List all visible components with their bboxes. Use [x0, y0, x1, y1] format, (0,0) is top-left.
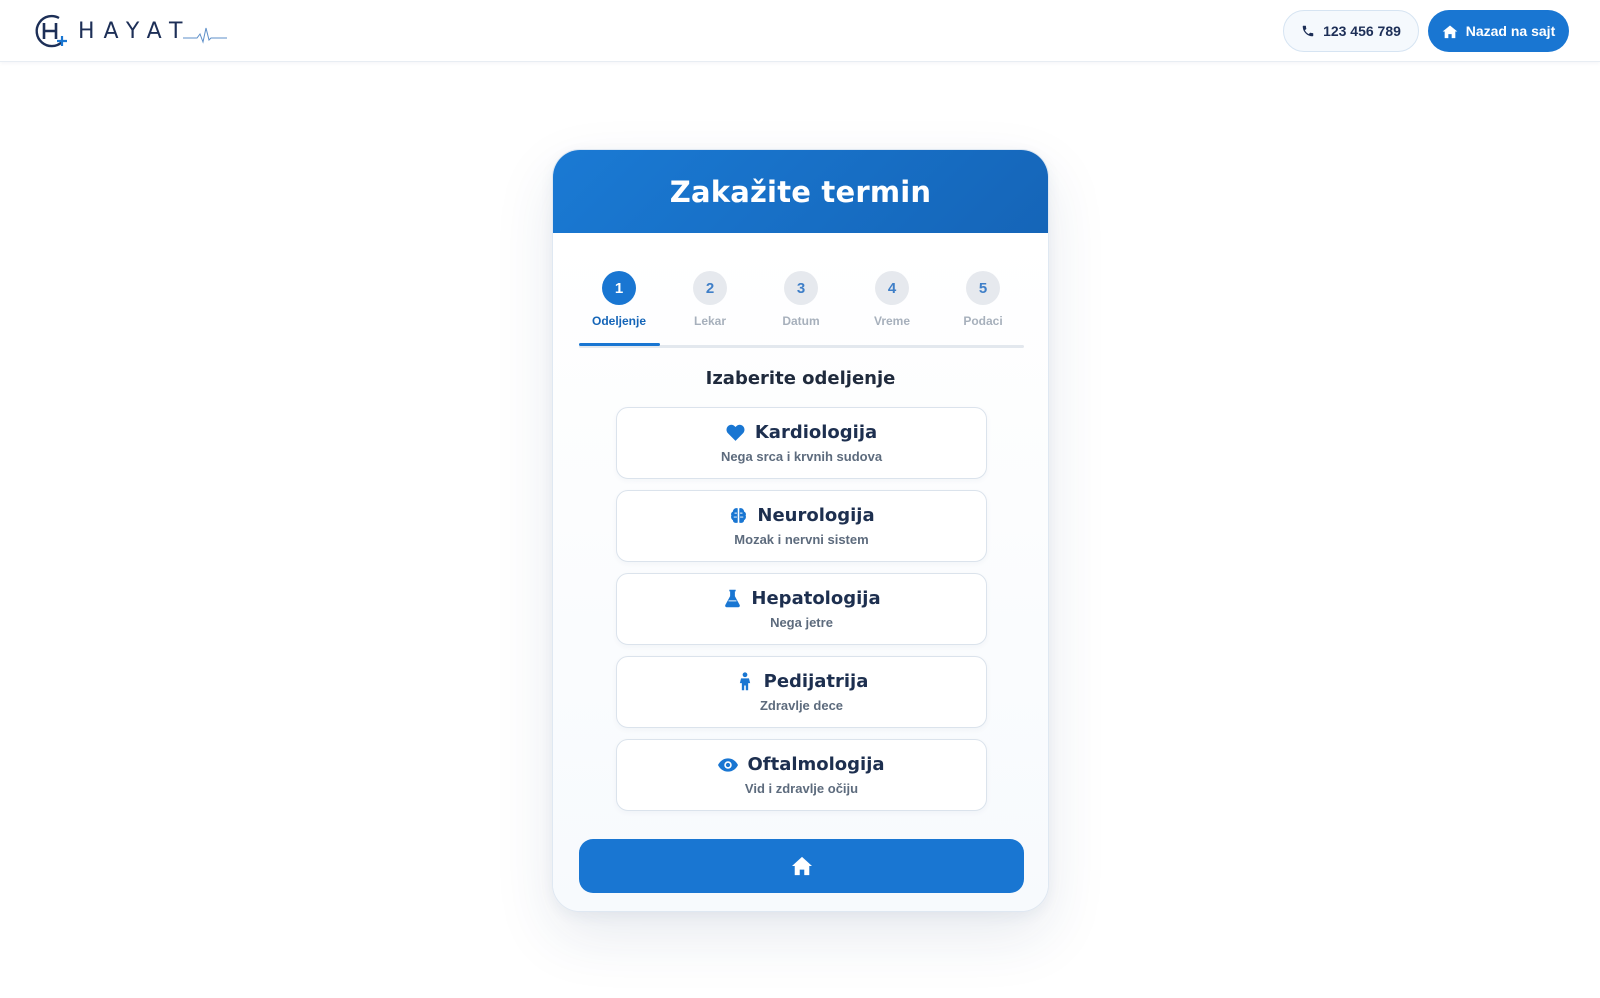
- card-title: Zakažite termin: [669, 174, 932, 209]
- logo-mark-icon: [35, 14, 67, 48]
- department-name: Hepatologija: [751, 588, 881, 609]
- step-number: 2: [693, 271, 727, 305]
- department-option-oftalmologija[interactable]: Oftalmologija Vid i zdravlje očiju: [616, 739, 987, 811]
- department-description: Zdravlje dece: [759, 698, 844, 713]
- step-label: Odeljenje: [591, 314, 647, 328]
- section-title: Izaberite odeljenje: [705, 368, 896, 389]
- back-to-site-label: Nazad na sajt: [1465, 23, 1556, 39]
- step-label: Lekar: [693, 314, 727, 328]
- logo-text: HAYAT: [78, 18, 192, 44]
- eye-icon: [718, 755, 739, 775]
- booking-card: Zakažite termin 1 Odeljenje 2 Lekar 3 Da…: [552, 149, 1049, 912]
- department-option-neurologija[interactable]: Neurologija Mozak i nervni sistem: [616, 490, 987, 562]
- department-description: Nega jetre: [770, 615, 833, 630]
- department-name: Neurologija: [757, 505, 875, 526]
- department-name: Kardiologija: [754, 422, 878, 443]
- phone-icon: [1302, 25, 1314, 37]
- department-option-hepatologija[interactable]: Hepatologija Nega jetre: [616, 573, 987, 645]
- step-number: 5: [966, 271, 1000, 305]
- step-label: Podaci: [963, 314, 1003, 328]
- card-body: 1 Odeljenje 2 Lekar 3 Datum 4 Vreme 5 Po…: [553, 233, 1048, 911]
- step-5[interactable]: 5 Podaci: [943, 271, 1023, 328]
- department-description: Nega srca i krvnih sudova: [720, 449, 883, 464]
- department-option-pedijatrija[interactable]: Pedijatrija Zdravlje dece: [616, 656, 987, 728]
- step-1[interactable]: 1 Odeljenje: [579, 271, 659, 328]
- heart-icon: [726, 423, 746, 443]
- child-icon: [735, 672, 755, 692]
- step-number: 3: [784, 271, 818, 305]
- top-navbar: HAYAT 123 456 789 Nazad na sajt: [0, 0, 1600, 62]
- step-number: 1: [602, 271, 636, 305]
- card-header: Zakažite termin: [553, 150, 1048, 233]
- step-4[interactable]: 4 Vreme: [852, 271, 932, 328]
- home-icon: [791, 856, 812, 876]
- step-2[interactable]: 2 Lekar: [670, 271, 750, 328]
- flask-icon: [722, 589, 742, 609]
- department-option-kardiologija[interactable]: Kardiologija Nega srca i krvnih sudova: [616, 407, 987, 479]
- step-label: Datum: [782, 314, 820, 328]
- department-list: Kardiologija Nega srca i krvnih sudova N…: [616, 407, 987, 822]
- step-3[interactable]: 3 Datum: [761, 271, 841, 328]
- home-button[interactable]: [579, 839, 1024, 893]
- home-icon: [1442, 25, 1458, 38]
- hayat-logo[interactable]: HAYAT: [32, 12, 228, 50]
- department-description: Vid i zdravlje očiju: [744, 781, 859, 796]
- step-number: 4: [875, 271, 909, 305]
- active-step-underline: [579, 343, 660, 346]
- phone-button[interactable]: 123 456 789: [1283, 10, 1419, 52]
- department-description: Mozak i nervni sistem: [734, 532, 869, 547]
- step-label: Vreme: [873, 314, 911, 328]
- department-name: Oftalmologija: [747, 754, 885, 775]
- step-indicator: 1 Odeljenje 2 Lekar 3 Datum 4 Vreme 5 Po…: [579, 271, 1024, 349]
- department-name: Pedijatrija: [763, 671, 869, 692]
- heartbeat-line-icon: [183, 27, 228, 44]
- back-to-site-button[interactable]: Nazad na sajt: [1428, 10, 1569, 52]
- phone-number: 123 456 789: [1323, 23, 1401, 39]
- brain-icon: [728, 506, 748, 526]
